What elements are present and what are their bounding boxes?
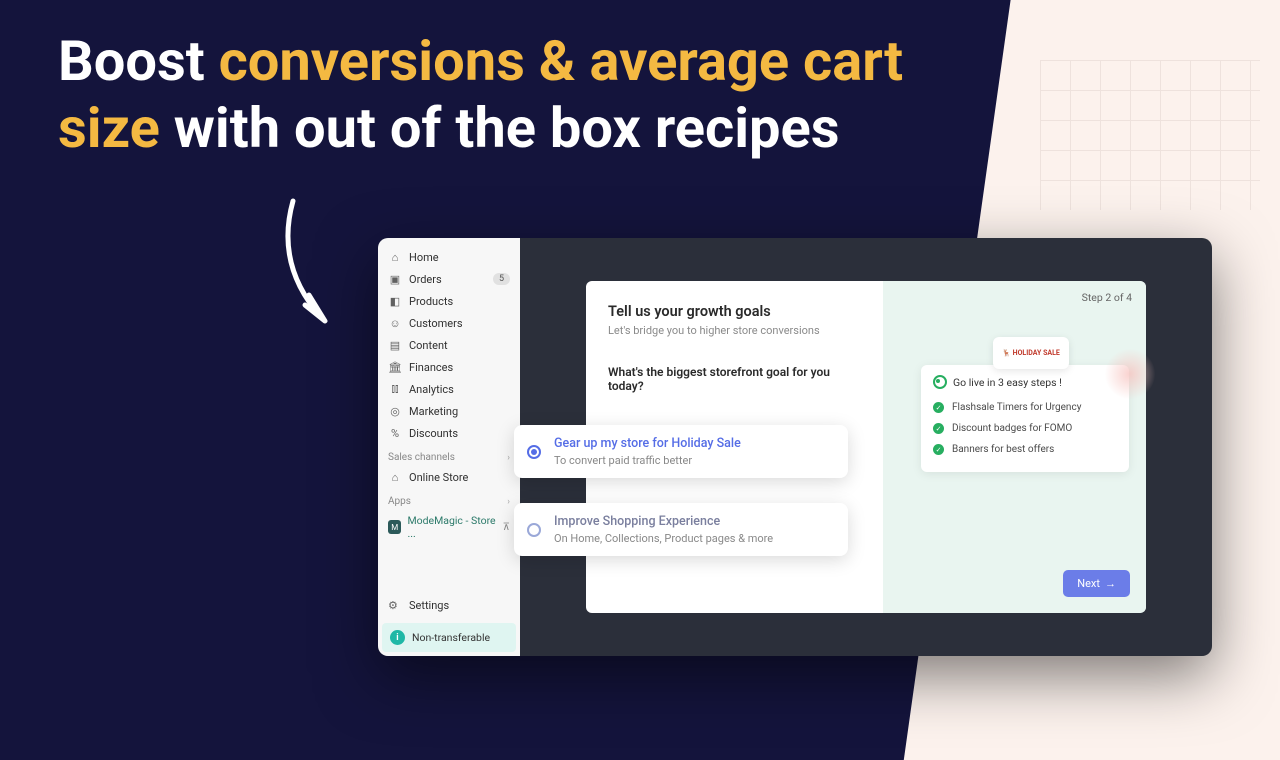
content-icon: ▤ [388, 338, 402, 352]
section-label: Sales channels [388, 452, 455, 463]
preview-item: ✓ Discount badges for FOMO [933, 418, 1117, 439]
dialog-left-panel: Tell us your growth goals Let's bridge y… [586, 281, 883, 613]
chevron-right-icon: › [507, 497, 510, 507]
sidebar-item-label: Content [409, 339, 448, 352]
gear-icon: ⚙ [388, 599, 402, 612]
sidebar-item-label: Customers [409, 317, 463, 330]
preview-item: ✓ Banners for best offers [933, 439, 1117, 460]
next-button[interactable]: Next → [1063, 570, 1130, 597]
marketing-headline: Boost conversions & average cart size wi… [58, 28, 1008, 162]
footer-label: Non-transferable [412, 631, 490, 644]
preview-item-label: Flashsale Timers for Urgency [952, 402, 1081, 413]
option-desc: On Home, Collections, Product pages & mo… [554, 532, 832, 545]
sidebar-item-label: Products [409, 295, 453, 308]
marketing-icon: ◎ [388, 404, 402, 418]
app-icon: M [388, 520, 401, 534]
home-icon: ⌂ [388, 250, 402, 264]
arrow-right-icon: → [1105, 577, 1116, 590]
holiday-sale-badge: HOLIDAY SALE [993, 337, 1069, 369]
headline-part2: with out of the box recipes [160, 95, 840, 161]
main-content: Tell us your growth goals Let's bridge y… [520, 238, 1212, 656]
admin-sidebar: ⌂ Home ▣ Orders 5 ◧ Products ☺ Customers ▤ Con… [378, 238, 520, 656]
sidebar-section-apps[interactable]: Apps › [378, 488, 520, 510]
sidebar-item-discounts[interactable]: % Discounts [378, 422, 520, 444]
dialog-right-panel: Step 2 of 4 HOLIDAY SALE Go live in 3 ea… [883, 281, 1146, 613]
sidebar-item-label: Analytics [409, 383, 454, 396]
sidebar-item-products[interactable]: ◧ Products [378, 290, 520, 312]
dialog-subtitle: Let's bridge you to higher store convers… [608, 324, 861, 337]
sidebar-item-marketing[interactable]: ◎ Marketing [378, 400, 520, 422]
option-title: Improve Shopping Experience [554, 514, 832, 529]
step-indicator: Step 2 of 4 [1082, 291, 1132, 304]
go-live-heading: Go live in 3 easy steps ! [933, 375, 1117, 389]
sidebar-section-sales[interactable]: Sales channels › [378, 444, 520, 466]
products-icon: ◧ [388, 294, 402, 308]
store-icon: ⌂ [388, 470, 402, 484]
preview-item: ✓ Flashsale Timers for Urgency [933, 397, 1117, 418]
app-label: ModeMagic - Store ... [407, 514, 502, 540]
sidebar-item-label: Orders [409, 273, 442, 286]
goal-option-holiday-sale[interactable]: Gear up my store for Holiday Sale To con… [514, 425, 848, 478]
radio-unselected-icon [527, 523, 541, 537]
preview-item-label: Banners for best offers [952, 444, 1054, 455]
customers-icon: ☺ [388, 316, 402, 330]
sidebar-item-settings[interactable]: ⚙ Settings [378, 594, 520, 617]
decorative-blob [1105, 349, 1155, 399]
sidebar-item-orders[interactable]: ▣ Orders 5 [378, 268, 520, 290]
next-label: Next [1077, 577, 1100, 590]
sidebar-item-content[interactable]: ▤ Content [378, 334, 520, 356]
app-window: ⌂ Home ▣ Orders 5 ◧ Products ☺ Customers ▤ Con… [378, 238, 1212, 656]
sidebar-item-customers[interactable]: ☺ Customers [378, 312, 520, 334]
check-icon: ✓ [933, 402, 944, 413]
sidebar-item-label: Marketing [409, 405, 458, 418]
radio-selected-icon [527, 445, 541, 459]
sidebar-item-home[interactable]: ⌂ Home [378, 246, 520, 268]
background-grid-pattern [1040, 60, 1260, 210]
headline-part1: Boost [58, 28, 219, 94]
preview-item-label: Discount badges for FOMO [952, 423, 1072, 434]
check-icon: ✓ [933, 444, 944, 455]
option-title: Gear up my store for Holiday Sale [554, 436, 832, 451]
orders-badge: 5 [493, 273, 510, 285]
dialog-title: Tell us your growth goals [608, 303, 861, 320]
sidebar-item-label: Settings [409, 599, 449, 612]
preview-list: ✓ Flashsale Timers for Urgency ✓ Discount … [933, 397, 1117, 460]
sidebar-item-label: Online Store [409, 471, 468, 484]
section-label: Apps [388, 496, 411, 507]
finances-icon: 🏛 [388, 360, 402, 374]
onboarding-dialog: Tell us your growth goals Let's bridge y… [586, 281, 1146, 613]
sidebar-item-label: Home [409, 251, 439, 264]
dialog-question: What's the biggest storefront goal for y… [608, 365, 861, 393]
sidebar-item-online-store[interactable]: ⌂ Online Store [378, 466, 520, 488]
badge-label: HOLIDAY SALE [1002, 350, 1060, 357]
sidebar-item-finances[interactable]: 🏛 Finances [378, 356, 520, 378]
sidebar-item-label: Finances [409, 361, 453, 374]
check-icon: ✓ [933, 423, 944, 434]
preview-card: HOLIDAY SALE Go live in 3 easy steps ! ✓… [921, 365, 1129, 472]
sidebar-app-modemagic[interactable]: M ModeMagic - Store ...⊼ [378, 510, 520, 544]
sidebar-item-label: Discounts [409, 427, 458, 440]
option-desc: To convert paid traffic better [554, 454, 832, 467]
chevron-right-icon: › [507, 453, 510, 463]
orders-icon: ▣ [388, 272, 402, 286]
discounts-icon: % [388, 426, 402, 440]
info-icon: i [390, 630, 405, 645]
sidebar-footer-notice: i Non-transferable [382, 623, 516, 652]
goal-option-shopping-experience[interactable]: Improve Shopping Experience On Home, Col… [514, 503, 848, 556]
arrow-annotation [265, 195, 355, 335]
pin-icon[interactable]: ⊼ [503, 522, 510, 533]
sidebar-item-analytics[interactable]: ⫾⫾ Analytics [378, 378, 520, 400]
analytics-icon: ⫾⫾ [388, 382, 402, 396]
